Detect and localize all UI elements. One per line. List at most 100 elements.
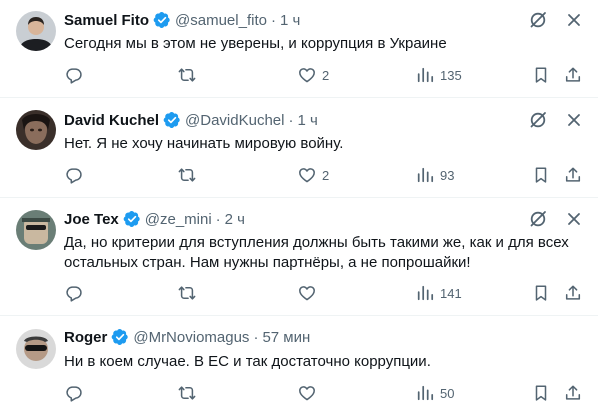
views-button[interactable]: 93 [416, 165, 454, 185]
author-name[interactable]: David Kuchel [64, 112, 159, 129]
reply-button[interactable] [65, 165, 83, 185]
like-count: 2 [322, 167, 330, 183]
tweet-actions: 2 93 [64, 165, 584, 185]
bookmark-button[interactable] [532, 165, 550, 185]
separator-dot: · [288, 111, 294, 129]
verified-badge-icon [123, 210, 141, 228]
share-button[interactable] [564, 283, 582, 303]
retweet-icon [178, 166, 196, 184]
more-icon[interactable] [564, 209, 584, 229]
grok-icon[interactable] [528, 10, 548, 30]
author-handle[interactable]: @DavidKuchel [185, 112, 284, 129]
tweet-text: Нет. Я не хочу начинать мировую войну. [64, 135, 344, 152]
bookmark-icon [532, 166, 550, 184]
views-icon [416, 166, 434, 184]
reply-icon [65, 166, 83, 184]
tweet-time[interactable]: 1 ч [297, 112, 317, 129]
author-handle[interactable]: @MrNoviomagus [133, 329, 249, 346]
tweet-header: David Kuchel @DavidKuchel · 1 ч [64, 110, 318, 130]
reply-button[interactable] [65, 65, 83, 85]
avatar[interactable] [16, 329, 56, 369]
tweet[interactable]: Roger @MrNoviomagus · 57 мин Ни в коем с… [0, 316, 598, 414]
tweet-top-icons [512, 10, 584, 30]
views-icon [416, 384, 434, 402]
tweet-top-icons [512, 209, 584, 229]
bookmark-icon [532, 284, 550, 302]
views-button[interactable]: 135 [416, 65, 462, 85]
reply-icon [65, 384, 83, 402]
verified-badge-icon [163, 111, 181, 129]
views-count: 93 [440, 167, 455, 183]
tweet-actions: 2 135 [64, 65, 584, 85]
share-icon [564, 66, 582, 84]
tweet-time[interactable]: 2 ч [225, 211, 245, 228]
views-count: 141 [440, 285, 462, 301]
views-icon [416, 284, 434, 302]
tweet-top-icons [512, 110, 584, 130]
like-icon [298, 66, 316, 84]
tweet-header: Roger @MrNoviomagus · 57 мин [64, 327, 310, 347]
tweet-header: Joe Tex @ze_mini · 2 ч [64, 209, 245, 229]
bookmark-button[interactable] [532, 65, 550, 85]
author-name[interactable]: Joe Tex [64, 211, 119, 228]
avatar[interactable] [16, 210, 56, 250]
tweet-text: Сегодня мы в этом не уверены, и коррупци… [64, 35, 447, 52]
views-button[interactable]: 50 [416, 383, 454, 403]
like-button[interactable] [298, 283, 322, 303]
tweet-actions: 50 [64, 383, 584, 403]
views-count: 135 [440, 67, 462, 83]
more-icon[interactable] [564, 110, 584, 130]
bookmark-button[interactable] [532, 383, 550, 403]
like-icon [298, 384, 316, 402]
retweet-button[interactable] [178, 383, 196, 403]
author-name[interactable]: Samuel Fito [64, 12, 149, 29]
tweet[interactable]: Joe Tex @ze_mini · 2 ч Да, но критерии д… [0, 198, 598, 316]
share-icon [564, 166, 582, 184]
grok-icon[interactable] [528, 110, 548, 130]
retweet-button[interactable] [178, 165, 196, 185]
like-button[interactable] [298, 383, 322, 403]
like-icon [298, 284, 316, 302]
views-button[interactable]: 141 [416, 283, 462, 303]
retweet-button[interactable] [178, 65, 196, 85]
tweet-header: Samuel Fito @samuel_fito · 1 ч [64, 10, 300, 30]
reply-button[interactable] [65, 383, 83, 403]
like-count: 2 [322, 67, 330, 83]
avatar[interactable] [16, 110, 56, 150]
tweet-time[interactable]: 57 мин [262, 329, 310, 346]
separator-dot: · [215, 210, 221, 228]
views-icon [416, 66, 434, 84]
author-handle[interactable]: @samuel_fito [175, 12, 267, 29]
grok-icon[interactable] [528, 209, 548, 229]
author-handle[interactable]: @ze_mini [145, 211, 212, 228]
more-icon[interactable] [564, 10, 584, 30]
tweet[interactable]: Samuel Fito @samuel_fito · 1 ч Сегодня м… [0, 0, 598, 98]
retweet-icon [178, 66, 196, 84]
author-name[interactable]: Roger [64, 329, 107, 346]
bookmark-icon [532, 384, 550, 402]
bookmark-button[interactable] [532, 283, 550, 303]
retweet-icon [178, 384, 196, 402]
retweet-button[interactable] [178, 283, 196, 303]
tweet-actions: 141 [64, 283, 584, 303]
views-count: 50 [440, 385, 455, 401]
reply-icon [65, 284, 83, 302]
verified-badge-icon [153, 11, 171, 29]
like-button[interactable]: 2 [298, 165, 329, 185]
tweet-text: Да, но критерии для вступления должны бы… [64, 234, 569, 271]
like-button[interactable]: 2 [298, 65, 329, 85]
share-button[interactable] [564, 165, 582, 185]
share-icon [564, 284, 582, 302]
tweet[interactable]: David Kuchel @DavidKuchel · 1 ч Нет. Я н… [0, 98, 598, 198]
avatar[interactable] [16, 11, 56, 51]
tweet-text: Ни в коем случае. В ЕС и так достаточно … [64, 353, 431, 370]
share-button[interactable] [564, 65, 582, 85]
separator-dot: · [253, 328, 259, 346]
reply-button[interactable] [65, 283, 83, 303]
separator-dot: · [270, 11, 276, 29]
reply-icon [65, 66, 83, 84]
tweet-time[interactable]: 1 ч [280, 12, 300, 29]
bookmark-icon [532, 66, 550, 84]
verified-badge-icon [111, 328, 129, 346]
share-button[interactable] [564, 383, 582, 403]
